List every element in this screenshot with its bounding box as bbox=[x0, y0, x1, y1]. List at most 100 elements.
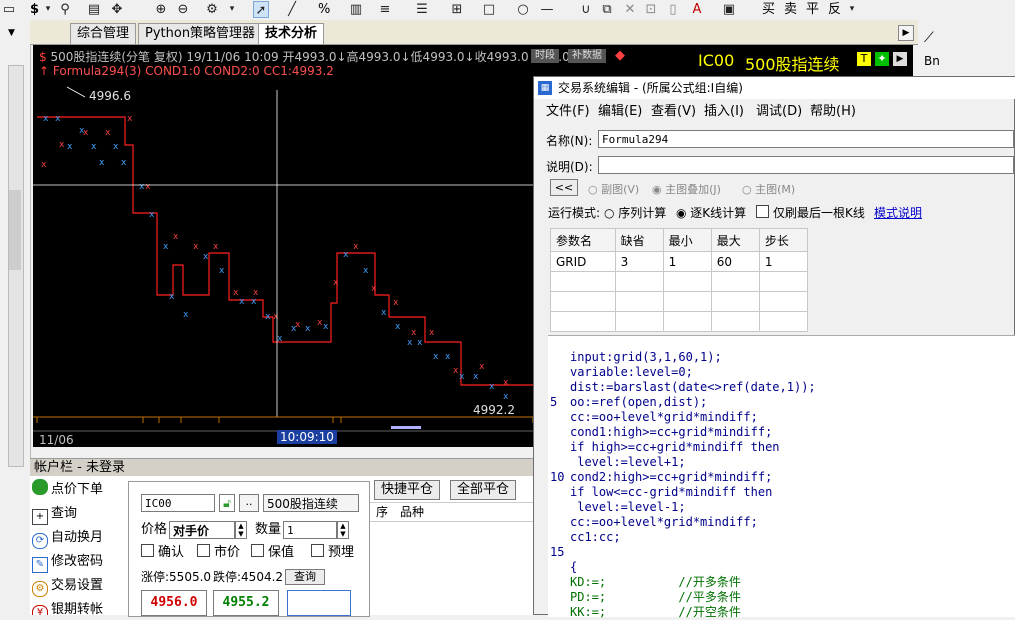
code-line[interactable]: dist:=barslast(date<>ref(date,1)); bbox=[570, 380, 816, 395]
code-line[interactable]: variable:level=0; bbox=[570, 365, 693, 380]
chevron-down-icon[interactable]: ▾ bbox=[848, 1, 856, 18]
sell-price-button[interactable]: 4955.2 bbox=[213, 590, 279, 616]
hedge-checkbox[interactable]: 保值 bbox=[251, 544, 294, 562]
reverse-button[interactable]: 反 bbox=[828, 1, 842, 18]
contract-code-input[interactable]: IC00 bbox=[141, 494, 215, 512]
text-align-icon[interactable]: ≡ bbox=[378, 1, 392, 18]
code-line[interactable]: KD:=; //开多条件 bbox=[570, 575, 741, 590]
param-default-cell[interactable]: 3 bbox=[614, 251, 664, 272]
lock-icon[interactable]: ⊡ bbox=[645, 1, 657, 18]
menu-file[interactable]: 文件(F) bbox=[546, 101, 590, 123]
collapse-button[interactable]: << bbox=[550, 179, 578, 196]
zoom-out-icon[interactable]: ⊖ bbox=[176, 1, 190, 18]
menu-debug[interactable]: 调试(D) bbox=[756, 101, 802, 123]
sell-button[interactable]: 卖 bbox=[784, 1, 798, 18]
code-line[interactable]: KK:=; //开空条件 bbox=[570, 605, 741, 620]
period-badge[interactable]: 时段 bbox=[531, 49, 559, 63]
table-row[interactable]: GRID 3 1 60 1 bbox=[550, 251, 809, 272]
code-line[interactable]: if high>=cc+grid*mindiff then bbox=[570, 440, 780, 455]
chart-type-icon[interactable]: ⟋ bbox=[924, 30, 934, 46]
gear-icon[interactable]: ⚙ bbox=[205, 1, 219, 18]
tab-scroll-right-icon[interactable]: ▶ bbox=[898, 25, 914, 41]
copy-icon[interactable]: ⧉ bbox=[600, 1, 614, 18]
lock-icon[interactable]: 🔓︎ bbox=[219, 494, 235, 512]
trade-mode-button[interactable]: T bbox=[857, 52, 871, 66]
layout-icon[interactable]: ▭ bbox=[2, 1, 16, 18]
table-row[interactable] bbox=[550, 311, 809, 332]
code-line[interactable]: level:=level+1; bbox=[570, 455, 685, 470]
code-line[interactable]: cond1:high>=cc+grid*mindiff; bbox=[570, 425, 772, 440]
code-line[interactable]: cond2:high>=cc+grid*mindiff; bbox=[570, 470, 772, 485]
menu-trade-settings[interactable]: ⚙ 交易设置 bbox=[32, 575, 124, 597]
radio-sub-chart[interactable]: ○ 副图(V) bbox=[588, 181, 639, 197]
menu-edit[interactable]: 编辑(E) bbox=[598, 101, 642, 123]
tab-technical-analysis[interactable]: 技术分析 bbox=[258, 23, 325, 44]
close-all-button[interactable]: 全部平仓 bbox=[450, 480, 516, 500]
rectangle-icon[interactable]: □ bbox=[482, 1, 496, 18]
more-button[interactable]: .. bbox=[239, 494, 259, 512]
auto-trade-button[interactable]: ✦ bbox=[875, 52, 889, 66]
only-last-bar-checkbox[interactable]: 仅刷最后一根K线 bbox=[756, 204, 865, 221]
zoom-in-icon[interactable]: ⊕ bbox=[154, 1, 168, 18]
close-price-button[interactable] bbox=[287, 590, 351, 616]
formula-description-input[interactable] bbox=[598, 156, 1014, 174]
font-color-icon[interactable]: A bbox=[690, 1, 704, 18]
mode-help-link[interactable]: 模式说明 bbox=[874, 204, 922, 221]
radio-sequence-mode[interactable]: ○ 序列计算 bbox=[604, 204, 666, 221]
bn-icon[interactable]: Bn bbox=[924, 54, 940, 68]
quantity-input[interactable]: 1 bbox=[283, 521, 337, 539]
param-max-cell[interactable]: 60 bbox=[710, 251, 760, 272]
magnet-icon[interactable]: ∪ bbox=[580, 1, 592, 18]
dollar-button[interactable]: $ bbox=[30, 1, 42, 18]
bars-icon[interactable]: ☰ bbox=[415, 1, 429, 18]
buy-price-button[interactable]: 4956.0 bbox=[141, 590, 207, 616]
tab-python-strategy[interactable]: Python策略管理器 bbox=[138, 23, 263, 44]
close-position-button[interactable]: 平 bbox=[806, 1, 820, 18]
price-stepper[interactable]: ▲ ▼ bbox=[235, 521, 247, 539]
radio-main-overlay[interactable]: ◉ 主图叠加(J) bbox=[652, 181, 721, 197]
checkbox-box[interactable] bbox=[141, 544, 154, 557]
move-icon[interactable]: ✥ bbox=[110, 1, 124, 18]
code-line[interactable]: level:=level-1; bbox=[570, 500, 685, 515]
cursor-icon[interactable]: ➚ bbox=[253, 1, 269, 18]
menu-query[interactable]: + 查询 bbox=[32, 503, 124, 525]
chevron-down-icon[interactable]: ▾ bbox=[44, 1, 52, 18]
menu-insert[interactable]: 插入(I) bbox=[704, 101, 744, 123]
quantity-stepper[interactable]: ▲ ▼ bbox=[337, 521, 349, 539]
trash-icon[interactable]: ▯ bbox=[667, 1, 679, 18]
tab-overview[interactable]: 综合管理 bbox=[70, 23, 137, 44]
code-line[interactable]: oo:=ref(open,dist); bbox=[570, 395, 707, 410]
code-editor[interactable]: input:grid(3,1,60,1); variable:level=0; di… bbox=[548, 335, 1015, 620]
code-line[interactable]: { bbox=[570, 560, 577, 575]
line-tool-icon[interactable]: ╱ bbox=[285, 1, 299, 18]
chart-menu-button[interactable]: ▶ bbox=[893, 52, 907, 66]
quick-close-button[interactable]: 快捷平仓 bbox=[374, 480, 440, 500]
fill-data-badge[interactable]: 补数据 bbox=[568, 49, 606, 63]
menu-change-password[interactable]: ✎ 修改密码 bbox=[32, 551, 124, 573]
table-row[interactable] bbox=[550, 271, 809, 292]
book-icon[interactable]: ▤ bbox=[87, 1, 101, 18]
checkbox-box[interactable] bbox=[311, 544, 324, 557]
menu-view[interactable]: 查看(V) bbox=[651, 101, 696, 123]
chevron-down-icon[interactable]: ▾ bbox=[228, 1, 236, 18]
scrollbar-thumb[interactable] bbox=[9, 190, 21, 270]
percent-button[interactable]: % bbox=[318, 1, 330, 18]
code-line[interactable]: input:grid(3,1,60,1); bbox=[570, 350, 722, 365]
code-line[interactable]: PD:=; //平多条件 bbox=[570, 590, 741, 605]
query-button[interactable]: 查询 bbox=[285, 569, 325, 585]
funnel-icon[interactable]: ⚲ bbox=[58, 1, 72, 18]
save-icon[interactable]: ▣ bbox=[722, 1, 736, 18]
grid-icon[interactable]: ⊞ bbox=[450, 1, 464, 18]
menu-auto-rollover[interactable]: ⟳ 自动换月 bbox=[32, 527, 124, 549]
checkbox-box[interactable] bbox=[756, 205, 769, 218]
menu-click-order[interactable]: 点价下单 bbox=[32, 479, 124, 501]
menu-help[interactable]: 帮助(H) bbox=[810, 101, 856, 123]
code-line[interactable]: cc:=oo+level*grid*mindiff; bbox=[570, 410, 758, 425]
param-step-cell[interactable]: 1 bbox=[758, 251, 809, 272]
circle-icon[interactable]: ○ bbox=[516, 1, 530, 18]
menu-bank-transfer[interactable]: ¥ 银期转帐 bbox=[32, 599, 124, 615]
ruler-icon[interactable]: ▥ bbox=[348, 1, 364, 18]
formula-name-input[interactable]: Formula294 bbox=[598, 130, 1014, 148]
param-name-cell[interactable]: GRID bbox=[550, 251, 616, 272]
checkbox-box[interactable] bbox=[251, 544, 264, 557]
